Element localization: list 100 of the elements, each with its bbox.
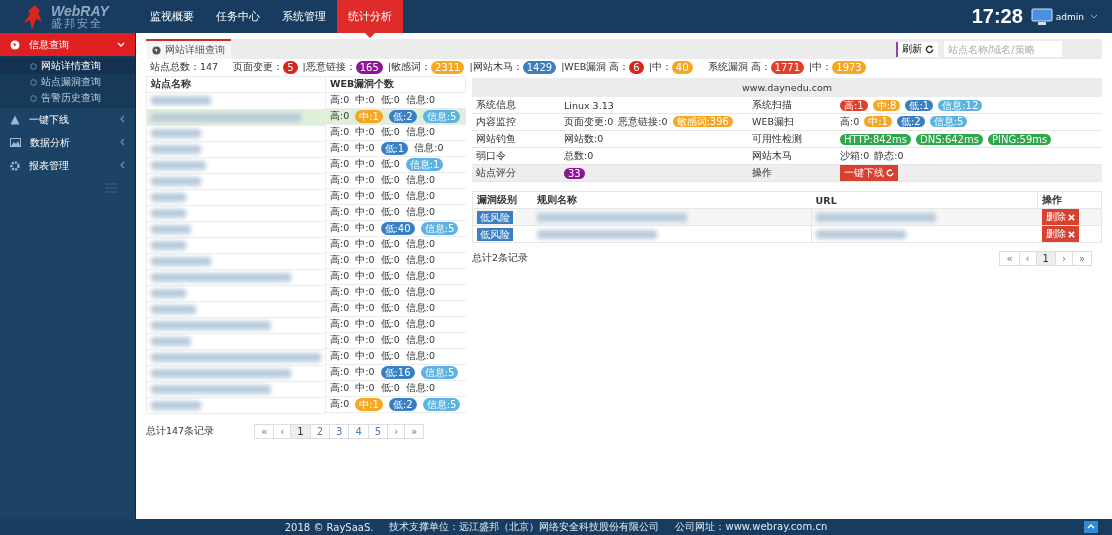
stat-label: |中：	[648, 61, 672, 74]
nav-tab[interactable]: 统计分析	[337, 0, 403, 33]
delete-button[interactable]: 删除	[1041, 226, 1079, 242]
count-text: 信息:0	[405, 302, 435, 315]
count-text: 低:0	[380, 206, 400, 219]
count-text: 低:0	[380, 190, 400, 203]
refresh-button[interactable]: 刷新	[896, 41, 938, 57]
count-text: 高:0	[330, 382, 350, 395]
blurred-text	[151, 400, 201, 410]
count-text: 信息:0	[414, 142, 444, 155]
search-field[interactable]: 站点名称/域名/策略	[944, 41, 1062, 57]
count-badge: 中:1	[355, 398, 383, 411]
blurred-text	[151, 160, 206, 170]
risk-badge: 低风险	[477, 227, 513, 241]
delete-button[interactable]: 删除	[1041, 209, 1079, 225]
nav-tab[interactable]: 系统管理	[271, 0, 337, 33]
stat-label: |网站木马：	[469, 61, 523, 74]
user-name[interactable]: admin	[1055, 11, 1084, 22]
chevron-left-icon	[119, 161, 125, 169]
count-badge: 33	[564, 167, 585, 179]
blurred-text	[151, 336, 191, 346]
sidebar-subitem[interactable]: 网站详情查询	[0, 58, 135, 74]
nav-tab[interactable]: 任务中心	[205, 0, 271, 33]
column-header: 操作	[1037, 191, 1102, 209]
column-header: 规则名称	[533, 191, 812, 209]
nav-tab[interactable]: 监视概要	[139, 0, 205, 33]
count-text: 低:0	[380, 286, 400, 299]
count-badge: PING:59ms	[987, 133, 1052, 145]
brand-name: WebRAY	[51, 4, 109, 18]
count-text: 信息:0	[405, 254, 435, 267]
count-badge: 中:1	[864, 116, 892, 127]
count-text: 高:0	[330, 158, 350, 171]
blurred-text	[151, 176, 201, 186]
field-label: 网站木马	[748, 147, 836, 165]
count-text: 信息:0	[405, 190, 435, 203]
offline-button[interactable]: 一键下线	[840, 165, 898, 181]
website-text: 公司网址：www.webray.com.cn	[675, 520, 828, 534]
count-text: 信息:0	[405, 382, 435, 395]
bullet-icon	[30, 62, 37, 70]
site-domain: www.daynedu.com	[472, 78, 1102, 97]
chevron-down-icon[interactable]	[1090, 13, 1098, 20]
count-text: 高:0	[330, 270, 350, 283]
count-text: 高:0	[330, 318, 350, 331]
sidebar-subitem[interactable]: 站点漏洞查询	[0, 74, 135, 90]
image-icon	[10, 138, 21, 147]
stat-label: |WEB漏洞 高：	[561, 61, 630, 74]
blurred-text	[151, 192, 186, 202]
count-text: 低:0	[380, 254, 400, 267]
count-badge: DNS:642ms	[916, 133, 983, 145]
count-text: Linux 3.13	[564, 99, 614, 111]
page-button[interactable]: 1	[291, 424, 311, 438]
count-text: 高:0	[330, 238, 350, 251]
field-label: 网站钓鱼	[472, 130, 560, 148]
refresh-icon	[886, 169, 894, 177]
stat-label: |恶意链接：	[302, 61, 356, 74]
count-badge: 信息:5	[420, 222, 459, 235]
count-text: 信息:0	[405, 206, 435, 219]
record-count: 总计147条记录	[146, 424, 215, 438]
chevron-left-icon	[119, 115, 125, 123]
count-badge: 40	[671, 61, 693, 74]
count-text: 信息:0	[405, 318, 435, 331]
copyright-text: 2018 © RaySaaS.	[284, 521, 374, 533]
count-text: 低:0	[380, 238, 400, 251]
count-text: 高:0	[330, 110, 350, 123]
column-header: URL	[811, 191, 1038, 209]
count-text: 中:0	[355, 190, 375, 203]
count-text: 高:0	[330, 350, 350, 363]
count-badge: 低:2	[389, 110, 417, 123]
count-badge: 信息:5	[929, 116, 968, 127]
count-text: 信息:0	[405, 126, 435, 139]
count-text: 信息:0	[405, 350, 435, 363]
count-text: 高:0	[840, 116, 860, 127]
clock-time: 17:28	[971, 5, 1023, 28]
count-text: 信息:0	[405, 94, 435, 107]
sidebar-item[interactable]: 信息查询	[0, 33, 135, 56]
page-tab[interactable]: 网站详细查询	[146, 39, 231, 59]
back-to-top-icon[interactable]	[1084, 521, 1098, 533]
bullet-icon	[30, 78, 37, 86]
stat-label: 站点总数：147	[150, 61, 219, 74]
count-badge: 低:2	[389, 398, 417, 411]
count-text: 网站数:0	[564, 132, 604, 144]
sidebar-subitem[interactable]: 告警历史查询	[0, 90, 135, 106]
sidebar-item[interactable]: 一键下线	[0, 108, 135, 131]
count-text: 低:0	[380, 158, 400, 171]
globe-icon	[10, 39, 20, 50]
count-text: 高:0	[330, 142, 350, 155]
count-badge: 低:16	[380, 366, 415, 379]
sidebar-item[interactable]: 数据分析	[0, 131, 135, 154]
count-badge: 低:1	[380, 142, 409, 155]
count-text: 中:0	[355, 158, 375, 171]
count-text: 中:0	[355, 286, 375, 299]
count-badge: 1973	[832, 61, 866, 74]
count-badge: 5	[283, 61, 298, 74]
brand-subtitle: 盛邦安全	[51, 18, 104, 29]
bullet-icon	[30, 94, 37, 102]
count-badge: 信息:12	[938, 99, 983, 111]
support-text: 技术支撑单位：远江盛邦（北京）网络安全科技股份有限公司	[389, 520, 660, 534]
sidebar-item[interactable]: 报表管理	[0, 154, 135, 177]
field-label: WEB漏扫	[748, 113, 836, 131]
blurred-text	[151, 256, 211, 266]
